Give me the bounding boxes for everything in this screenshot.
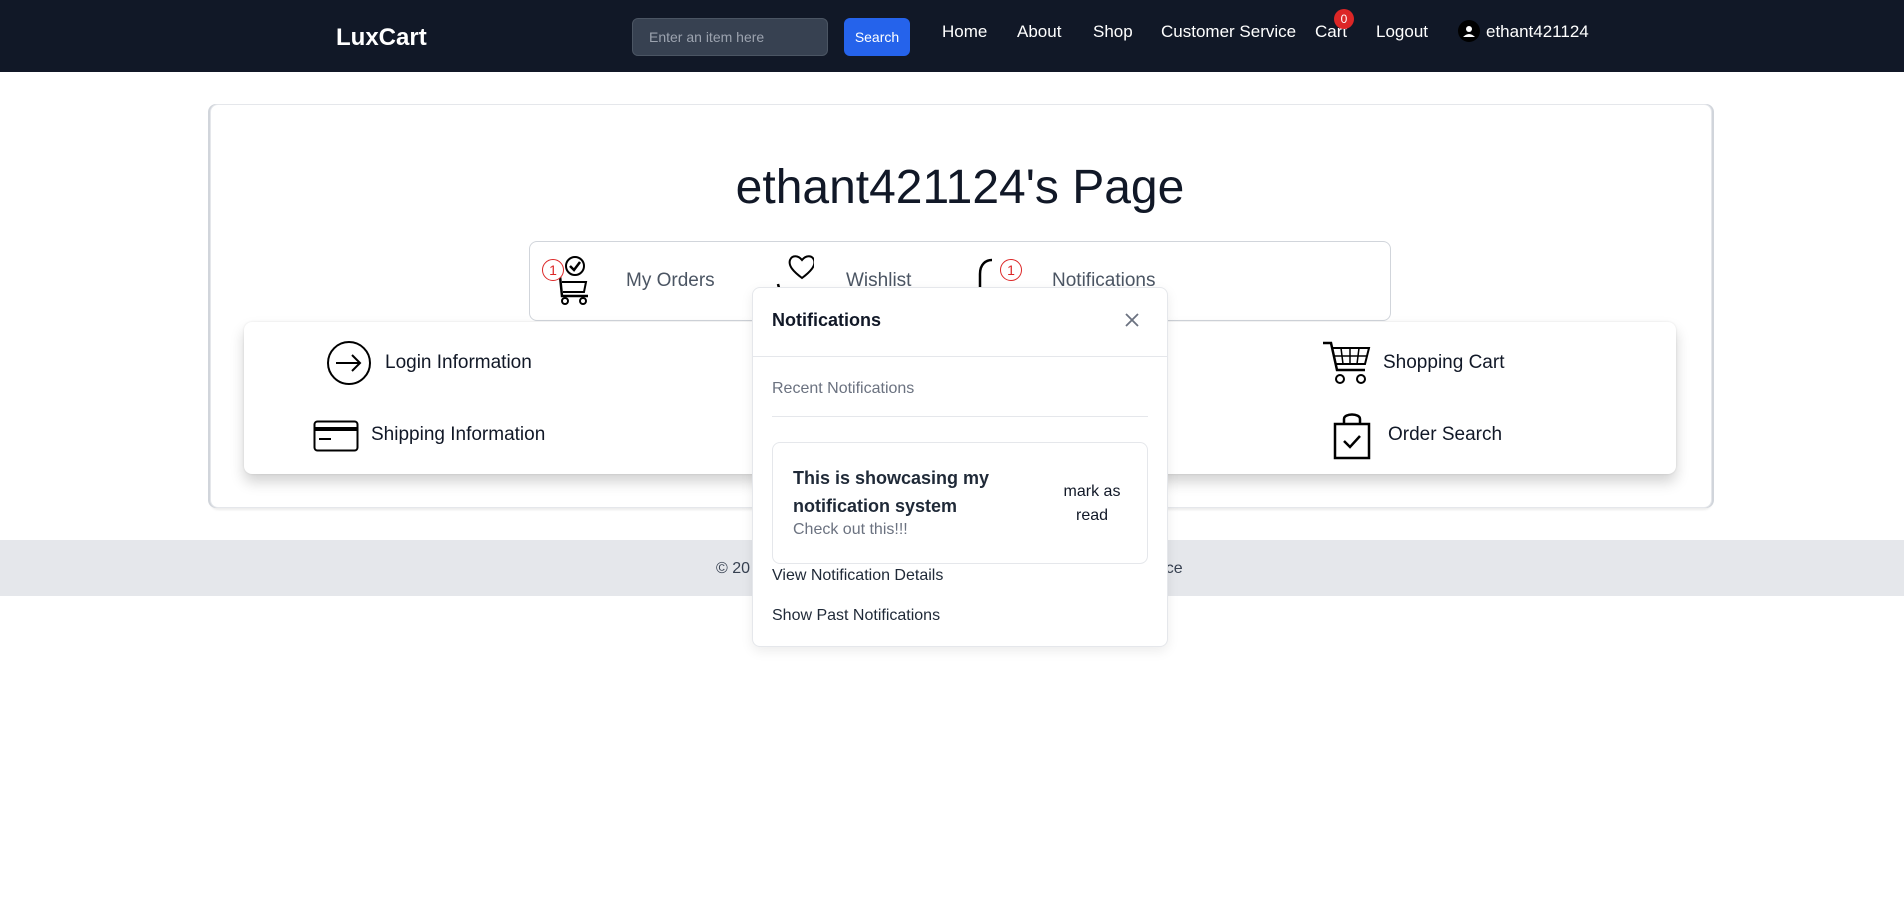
nav-about[interactable]: About (1017, 22, 1061, 42)
notifications-count-badge: 1 (1000, 259, 1022, 281)
nav-logout[interactable]: Logout (1376, 22, 1428, 42)
orders-count-badge: 1 (542, 259, 564, 281)
heart-hand-icon (776, 255, 814, 288)
notification-title: This is showcasing my notification syste… (793, 468, 990, 516)
popup-divider (752, 356, 1168, 357)
nav-customer-service[interactable]: Customer Service (1161, 22, 1296, 42)
credit-card-icon (313, 420, 359, 452)
tab-my-orders-label: My Orders (626, 270, 715, 291)
search-input[interactable] (632, 18, 828, 56)
search-button[interactable]: Search (844, 18, 910, 56)
notification-subtitle: Check out this!!! (793, 521, 908, 538)
nav-username[interactable]: ethant421124 (1486, 22, 1589, 42)
view-notification-details-link[interactable]: View Notification Details (772, 567, 943, 585)
nav-home[interactable]: Home (942, 22, 987, 42)
brand-logo[interactable]: LuxCart (336, 24, 427, 52)
login-information-label: Login Information (385, 352, 532, 373)
popup-title: Notifications (772, 310, 882, 330)
show-past-notifications-link[interactable]: Show Past Notifications (772, 607, 940, 625)
shopping-bag-check-icon (1333, 413, 1371, 460)
recent-divider (772, 416, 1148, 417)
order-search-label: Order Search (1388, 424, 1503, 445)
close-icon[interactable] (1122, 308, 1142, 332)
nav-shop[interactable]: Shop (1093, 22, 1133, 42)
footer-copyright: © 20 (716, 560, 751, 577)
cart-count-badge: 0 (1334, 9, 1354, 29)
page-title: ethant421124's Page (735, 161, 1185, 214)
shipping-information-label: Shipping Information (371, 424, 546, 445)
mark-as-read-button[interactable]: mark as read (1054, 480, 1130, 528)
shopping-cart-label: Shopping Cart (1383, 352, 1505, 373)
shopping-cart-icon (1323, 341, 1371, 384)
user-icon (1458, 20, 1480, 42)
recent-notifications-label: Recent Notifications (772, 380, 915, 397)
arrow-right-circle-icon (327, 341, 371, 385)
